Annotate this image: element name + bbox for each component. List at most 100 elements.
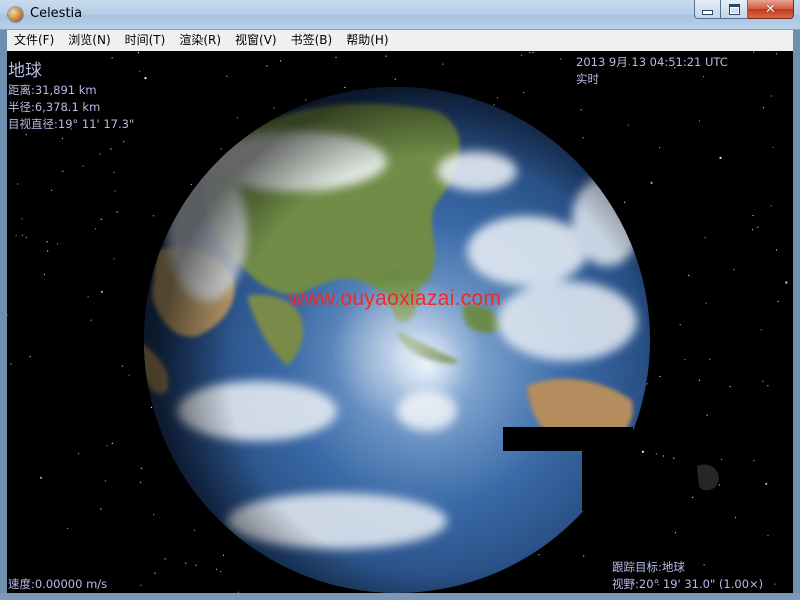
star [56,243,59,245]
star [190,183,192,186]
menu-file[interactable]: 文件(F) [7,30,61,51]
star [583,555,585,557]
star [140,467,142,469]
time-panel: 2013 9月 13 04:51:21 UTC 实时 [576,54,728,88]
earth-globe[interactable] [137,87,762,593]
speed-readout: 速度:0.00000 m/s [8,577,108,591]
star [753,460,755,462]
minimize-button[interactable] [694,0,721,19]
star [532,52,534,54]
time-mode-readout: 实时 [576,72,599,86]
star [760,329,762,331]
star [150,406,153,408]
star [82,165,84,167]
star [61,137,64,140]
star [775,249,778,251]
star [25,236,27,239]
star [777,300,779,302]
minimize-icon [702,9,713,15]
tracking-panel: 跟踪目标:地球 视野:20° 19' 31.0" (1.00×) [612,559,763,593]
apparent-diameter-readout: 目视直径:19° 11' 17.3" [8,117,135,131]
star [560,58,562,60]
speed-panel: 速度:0.00000 m/s [8,576,107,593]
title-bar[interactable]: Celestia ✕ [0,0,800,30]
star [688,274,690,277]
star [140,481,142,483]
star [7,314,8,316]
star [223,554,225,556]
star [496,97,499,99]
celestia-window: Celestia ✕ 文件(F) 浏览(N) 时间(T) 渲染(R) 视窗(V)… [0,0,800,600]
star [216,568,218,571]
star [684,359,686,361]
star [762,380,764,382]
star [43,273,46,275]
menu-time[interactable]: 时间(T) [118,30,173,51]
star [39,476,43,479]
star [762,107,765,109]
window-controls: ✕ [694,0,794,22]
window-title: Celestia [30,6,83,21]
menu-help[interactable]: 帮助(H) [339,30,395,51]
star [15,234,17,236]
star [659,376,661,378]
star [520,54,523,56]
star [335,56,337,58]
star [121,365,123,367]
star [692,496,694,498]
target-name: 地球 [8,61,42,81]
star [266,65,268,67]
star [721,458,723,460]
star [538,554,540,556]
star [655,453,657,455]
star [529,52,531,54]
star [99,153,101,155]
menu-navigation[interactable]: 浏览(N) [61,30,117,51]
star [137,52,139,54]
star [698,120,701,122]
star [729,386,731,388]
star [442,63,444,65]
star [523,91,525,94]
space-viewport[interactable]: 地球 距离:31,891 km 半径:6,378.1 km 目视直径:19° 1… [7,51,793,593]
star [770,95,773,97]
star [280,60,282,62]
close-button[interactable]: ✕ [748,0,794,19]
tracking-readout: 跟踪目标:地球 [612,560,685,574]
star [698,379,701,381]
menu-view[interactable]: 视窗(V) [228,30,284,51]
star [140,584,142,586]
star [185,562,187,564]
star [29,356,31,358]
star [114,190,116,192]
star [194,529,196,531]
star [394,78,396,80]
star [106,445,108,447]
menu-bookmarks[interactable]: 书签(B) [284,30,340,51]
star [226,75,228,77]
star [144,77,147,80]
star [718,484,721,486]
star [709,358,711,360]
star [113,171,115,173]
celestia-app-icon[interactable] [8,7,23,22]
star [582,137,584,139]
star [659,147,661,149]
distance-readout: 距离:31,891 km [8,83,97,97]
star [164,558,166,560]
star [305,99,307,101]
star [650,181,653,184]
maximize-button[interactable] [721,0,748,19]
star [624,201,626,203]
star [662,455,665,457]
star [785,281,788,284]
star [220,571,222,573]
star [100,508,102,510]
star [123,141,125,143]
star [95,228,97,230]
star [772,146,774,148]
star [21,234,23,236]
star [757,226,759,228]
menu-render[interactable]: 渲染(R) [172,30,228,51]
star [385,55,387,57]
